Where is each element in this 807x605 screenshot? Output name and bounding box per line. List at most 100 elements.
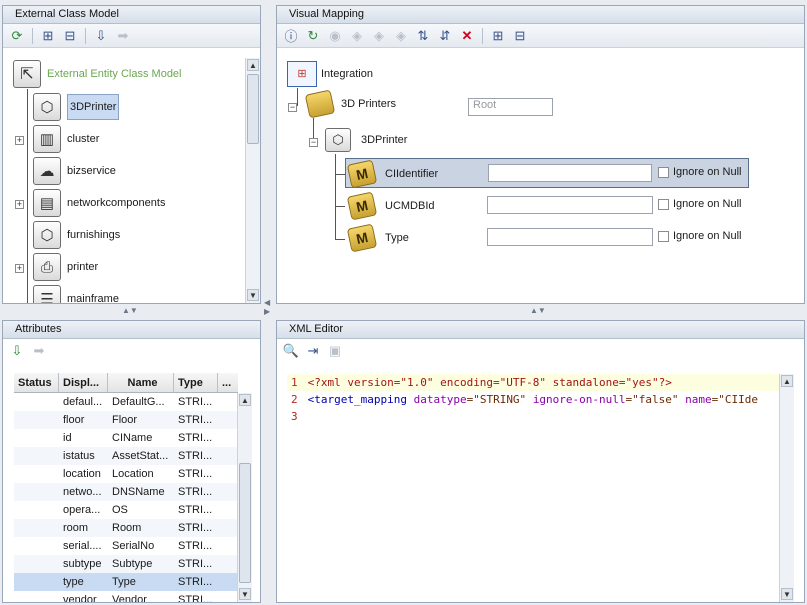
collapse-tree-icon[interactable]: ⊟ bbox=[60, 26, 80, 46]
tree-item[interactable]: ▥ cluster bbox=[33, 124, 99, 154]
ci-type-root-field[interactable]: Root bbox=[468, 98, 553, 116]
column-header-more[interactable]: ... bbox=[218, 373, 238, 392]
ignore-on-null-checkbox[interactable] bbox=[658, 166, 669, 178]
expand-tree-icon[interactable]: ⊞ bbox=[488, 26, 508, 46]
cell-display: opera... bbox=[63, 504, 101, 516]
scroll-thumb[interactable] bbox=[247, 74, 259, 144]
scroll-down-icon[interactable]: ▼ bbox=[781, 588, 793, 600]
xml-code-area[interactable]: 1 <?xml version="1.0" encoding="UTF-8" s… bbox=[287, 374, 792, 602]
tree-item[interactable]: ☁ bizservice bbox=[33, 156, 116, 186]
vertical-scrollbar[interactable]: ▲ ▼ bbox=[237, 393, 252, 602]
class-model-tree: ⇱ External Entity Class Model ⬡ 3DPrinte… bbox=[3, 49, 246, 303]
cube-icon: ⬡ bbox=[33, 221, 61, 249]
scroll-up-icon[interactable]: ▲ bbox=[239, 394, 251, 406]
import-icon[interactable]: ⇩ bbox=[91, 26, 111, 46]
scroll-thumb[interactable] bbox=[239, 463, 251, 583]
ignore-on-null[interactable]: Ignore on Null bbox=[658, 166, 742, 178]
tree-item[interactable]: ⎙ printer bbox=[33, 252, 98, 282]
cell-name: Room bbox=[112, 522, 142, 534]
table-row[interactable]: id CIName STRI... bbox=[14, 429, 238, 447]
save-icon[interactable]: ▣ bbox=[325, 341, 345, 361]
printer-icon: ⎙ bbox=[33, 253, 61, 281]
scroll-up-icon[interactable]: ▲ bbox=[781, 375, 793, 387]
column-header-name[interactable]: Name bbox=[108, 373, 174, 392]
delete-icon[interactable]: ✕ bbox=[457, 26, 477, 46]
column-header-display[interactable]: Displ... bbox=[59, 373, 108, 392]
mapping-m-icon: M bbox=[346, 159, 378, 189]
table-row[interactable]: room Room STRI... bbox=[14, 519, 238, 537]
table-row[interactable]: floor Floor STRI... bbox=[14, 411, 238, 429]
scroll-up-icon[interactable]: ▲ bbox=[247, 59, 259, 71]
refresh-mapping-icon[interactable]: ↻ bbox=[303, 26, 323, 46]
cell-type: STRI... bbox=[178, 576, 213, 588]
add-attr-disabled-icon[interactable]: ◈ bbox=[391, 26, 411, 46]
sort-ascending-icon[interactable]: ⇅ bbox=[413, 26, 433, 46]
format-icon[interactable]: ⇥ bbox=[303, 341, 323, 361]
tree-item[interactable]: ☰ mainframe bbox=[33, 284, 119, 303]
vertical-scrollbar[interactable]: ▲ ▼ bbox=[779, 374, 794, 602]
expand-tree-icon[interactable]: ⊞ bbox=[38, 26, 58, 46]
table-row[interactable]: netwo... DNSName STRI... bbox=[14, 483, 238, 501]
code-line: 1 <?xml version="1.0" encoding="UTF-8" s… bbox=[287, 374, 792, 391]
attribute-value-field[interactable] bbox=[487, 196, 653, 214]
scroll-down-icon[interactable]: ▼ bbox=[239, 588, 251, 600]
splitter-handle[interactable]: ▲▼ bbox=[530, 306, 546, 315]
table-row[interactable]: istatus AssetStat... STRI... bbox=[14, 447, 238, 465]
cell-display: id bbox=[63, 432, 72, 444]
attribute-row[interactable]: M CIIdentifier bbox=[346, 159, 438, 189]
scroll-down-icon[interactable]: ▼ bbox=[247, 289, 259, 301]
table-row[interactable]: vendor Vendor STRI... bbox=[14, 591, 238, 602]
table-row[interactable]: defaul... DefaultG... STRI... bbox=[14, 393, 238, 411]
cell-display: defaul... bbox=[63, 396, 103, 408]
table-row[interactable]: serial.... SerialNo STRI... bbox=[14, 537, 238, 555]
mapping-entity[interactable]: ⬡ 3DPrinter bbox=[325, 128, 407, 152]
tree-item[interactable]: ▤ networkcomponents bbox=[33, 188, 165, 218]
attribute-row[interactable]: M Type bbox=[346, 223, 409, 253]
cell-type: STRI... bbox=[178, 540, 213, 552]
attribute-value-field[interactable] bbox=[488, 164, 652, 182]
table-row-selected[interactable]: type Type STRI... bbox=[14, 573, 238, 591]
import-attribute-icon[interactable]: ⇩ bbox=[7, 341, 27, 361]
ignore-on-null[interactable]: Ignore on Null bbox=[658, 230, 742, 242]
cell-name: Type bbox=[112, 576, 136, 588]
info-icon[interactable]: ⓘ bbox=[281, 26, 301, 46]
tree-root[interactable]: ⇱ External Entity Class Model bbox=[13, 59, 182, 89]
column-header-status[interactable]: Status bbox=[14, 373, 59, 392]
entity-label: 3DPrinter bbox=[361, 134, 408, 146]
add-disabled-icon[interactable]: ◉ bbox=[325, 26, 345, 46]
ignore-on-null-checkbox[interactable] bbox=[658, 230, 669, 242]
xml-value: ="STRING" bbox=[466, 393, 527, 406]
add-sibling-disabled-icon[interactable]: ◈ bbox=[369, 26, 389, 46]
collapse-toggle[interactable]: − bbox=[288, 103, 297, 112]
ignore-on-null-checkbox[interactable] bbox=[658, 198, 669, 210]
xml-value: ="CIIde bbox=[711, 393, 758, 406]
splitter-handle[interactable]: ▲▼ bbox=[122, 306, 138, 315]
cell-type: STRI... bbox=[178, 432, 213, 444]
cell-name: AssetStat... bbox=[112, 450, 169, 462]
vertical-scrollbar[interactable]: ▲ ▼ bbox=[245, 58, 260, 303]
expand-toggle[interactable]: + bbox=[15, 264, 24, 273]
tree-item[interactable]: ⬡ 3DPrinter bbox=[33, 92, 120, 122]
table-row[interactable]: opera... OS STRI... bbox=[14, 501, 238, 519]
add-child-disabled-icon[interactable]: ◈ bbox=[347, 26, 367, 46]
tree-item[interactable]: ⬡ furnishings bbox=[33, 220, 120, 250]
table-row[interactable]: subtype Subtype STRI... bbox=[14, 555, 238, 573]
vertical-splitter-handle[interactable]: ◀ ▶ bbox=[264, 298, 270, 316]
ignore-on-null[interactable]: Ignore on Null bbox=[658, 198, 742, 210]
mapping-root[interactable]: ⊞ Integration bbox=[287, 61, 373, 87]
refresh-icon[interactable]: ⟳ bbox=[7, 26, 27, 46]
attribute-row[interactable]: M UCMDBId bbox=[346, 191, 435, 221]
cell-name: CIName bbox=[112, 432, 153, 444]
collapse-tree-icon[interactable]: ⊟ bbox=[510, 26, 530, 46]
mapping-ci-type[interactable]: 3D Printers bbox=[304, 89, 396, 119]
expand-toggle[interactable]: + bbox=[15, 136, 24, 145]
search-icon[interactable]: 🔍 bbox=[281, 341, 301, 361]
attribute-value-field[interactable] bbox=[487, 228, 653, 246]
collapse-toggle[interactable]: − bbox=[309, 138, 318, 147]
expand-toggle[interactable]: + bbox=[15, 200, 24, 209]
sort-descending-icon[interactable]: ⇵ bbox=[435, 26, 455, 46]
column-header-type[interactable]: Type bbox=[174, 373, 218, 392]
arrow-right-icon[interactable]: ➡ bbox=[113, 26, 133, 46]
arrow-right-icon[interactable]: ➡ bbox=[29, 341, 49, 361]
table-row[interactable]: location Location STRI... bbox=[14, 465, 238, 483]
